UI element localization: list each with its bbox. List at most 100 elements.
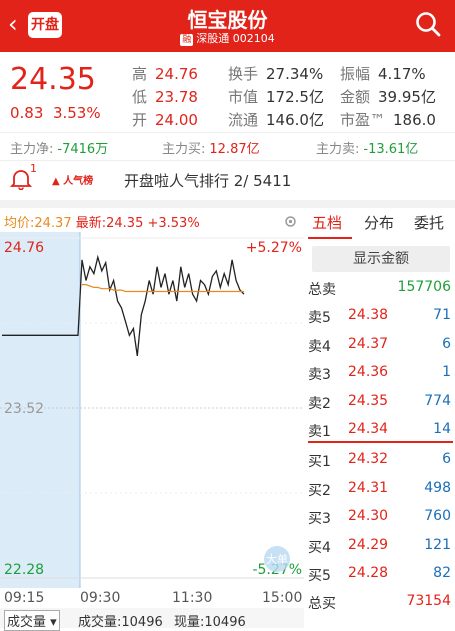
stat-7: 流通 146.0亿 <box>228 109 324 130</box>
time-label: 09:15 <box>4 590 45 606</box>
ask-qty: 14 <box>433 421 451 438</box>
flow-label: 主力卖: <box>316 142 360 157</box>
bid-qty: 498 <box>424 479 451 496</box>
stat-value: 186.0 <box>393 111 436 129</box>
y-axis-mid: 23.52 <box>4 401 44 417</box>
tab-distribution[interactable]: 分布 <box>364 212 394 233</box>
stat-label: 高 <box>132 65 148 83</box>
bid-name: 买1 <box>308 454 331 470</box>
intraday-chart[interactable]: 24.7623.5222.28+5.27%-5.27%大单 <box>0 232 304 588</box>
time-label: 09:30 <box>80 590 121 606</box>
stat-6: 开 24.00 <box>132 109 198 130</box>
ask-row[interactable]: 卖2 24.35 774 <box>308 388 453 416</box>
ask-row[interactable]: 卖5 24.38 71 <box>308 302 453 330</box>
flow-value: -7416万 <box>57 142 109 157</box>
popularity-rank[interactable]: 开盘啦人气排行 2/ 5411 <box>124 170 291 191</box>
active-tab-underline <box>308 237 352 239</box>
stat-label: 开 <box>132 111 148 129</box>
stat-3: 低 23.78 <box>132 86 198 107</box>
tab-level5[interactable]: 五档 <box>312 212 342 233</box>
total-sell-row: 总卖 157706 <box>308 276 453 300</box>
bid-name: 买2 <box>308 482 331 499</box>
time-label: 11:30 <box>172 590 213 606</box>
header-bar: ‹ 开盘 恒宝股份 融深股通 002104 <box>0 0 455 52</box>
stock-subline: 融深股通 002104 <box>0 30 455 46</box>
ask-name: 卖2 <box>308 395 331 412</box>
bid-name: 买4 <box>308 539 331 556</box>
ask-row[interactable]: 卖4 24.37 6 <box>308 331 453 359</box>
stat-label: 换手 <box>228 65 259 83</box>
show-amount-button[interactable]: 显示金额 <box>312 246 450 272</box>
stat-label: 市值 <box>228 88 259 106</box>
stat-label: 市盈™ <box>340 111 386 129</box>
volume-bar: 成交量 ▾ 成交量:10496 现量:10496 <box>0 608 304 631</box>
ask-name: 卖3 <box>308 367 331 384</box>
popularity-label: 人气榜 <box>63 176 94 187</box>
stock-name: 恒宝股份 <box>187 8 268 32</box>
stat-2: 振幅 4.17% <box>340 63 426 84</box>
stat-5: 金额 39.95亿 <box>340 86 436 107</box>
y-axis-high: 24.76 <box>4 240 44 256</box>
pct-axis-high: +5.27% <box>246 240 302 256</box>
latest-price-label: 最新:24.35 +3.53% <box>75 216 200 231</box>
ask-row[interactable]: 卖3 24.36 1 <box>308 359 453 387</box>
ask-name: 卖4 <box>308 338 331 355</box>
bid-name: 买3 <box>308 511 331 528</box>
stat-value: 27.34% <box>266 65 324 83</box>
total-buy-row: 总买 73154 <box>308 590 453 614</box>
ask-qty: 71 <box>433 307 451 323</box>
stat-value: 172.5亿 <box>266 88 324 106</box>
bid-qty: 760 <box>424 508 451 525</box>
current-price: 24.35 <box>10 62 96 97</box>
stat-4: 市值 172.5亿 <box>228 86 324 107</box>
bid-qty: 121 <box>424 536 451 553</box>
total-buy-label: 总买 <box>308 596 336 612</box>
ask-price: 24.34 <box>348 421 389 438</box>
stat-label: 低 <box>132 88 148 106</box>
avg-price-label: 均价:24.37 <box>4 216 72 231</box>
stat-value: 24.00 <box>155 111 198 129</box>
stat-value: 23.78 <box>155 88 198 106</box>
stat-label: 金额 <box>340 88 371 106</box>
search-icon[interactable] <box>415 11 441 37</box>
bid-price: 24.32 <box>348 451 389 467</box>
stat-value: 24.76 <box>155 65 198 83</box>
bid-row[interactable]: 买4 24.29 121 <box>308 532 453 560</box>
stat-value: 4.17% <box>378 65 426 83</box>
bid-qty: 6 <box>442 451 451 467</box>
total-sell-value: 157706 <box>397 279 451 295</box>
separator <box>0 160 455 161</box>
bid-row[interactable]: 买2 24.31 498 <box>308 475 453 503</box>
stat-label: 振幅 <box>340 65 371 83</box>
bid-row[interactable]: 买5 24.28 82 <box>308 560 453 588</box>
ask-qty: 774 <box>424 392 451 409</box>
margin-tag: 融 <box>180 34 194 46</box>
total-buy-value: 73154 <box>406 593 451 609</box>
ask-qty: 1 <box>442 364 451 381</box>
bid-price: 24.30 <box>348 508 389 525</box>
stat-value: 39.95亿 <box>378 88 436 106</box>
bid-qty: 82 <box>433 565 451 582</box>
big-order-badge-label: 大单 <box>266 552 288 566</box>
stat-1: 换手 27.34% <box>228 63 323 84</box>
popularity-icon[interactable]: ▲ 人气榜 <box>52 172 93 187</box>
ask-price: 24.38 <box>348 307 389 323</box>
flow-label: 主力买: <box>162 142 206 157</box>
order-tabs: 五档 分布 委托 <box>306 212 455 238</box>
flow-value: 12.87亿 <box>209 142 260 157</box>
now-volume: 现量:10496 <box>174 615 246 630</box>
stat-value: 146.0亿 <box>266 111 324 129</box>
tab-orders[interactable]: 委托 <box>414 212 444 233</box>
ask-name: 卖5 <box>308 310 331 326</box>
bell-icon[interactable] <box>10 168 32 190</box>
ask-price: 24.37 <box>348 335 389 352</box>
flow-item: 主力净: -7416万 <box>10 138 108 157</box>
bid-row[interactable]: 买3 24.30 760 <box>308 503 453 531</box>
settings-icon[interactable] <box>284 215 297 228</box>
flow-value: -13.61亿 <box>363 142 419 157</box>
ask-qty: 6 <box>442 335 451 352</box>
total-sell-label: 总卖 <box>308 282 336 298</box>
chart-legend: 均价:24.37 最新:24.35 +3.53% <box>4 212 200 231</box>
time-label: 15:00 <box>262 590 303 606</box>
bid-row[interactable]: 买1 24.32 6 <box>308 446 453 474</box>
